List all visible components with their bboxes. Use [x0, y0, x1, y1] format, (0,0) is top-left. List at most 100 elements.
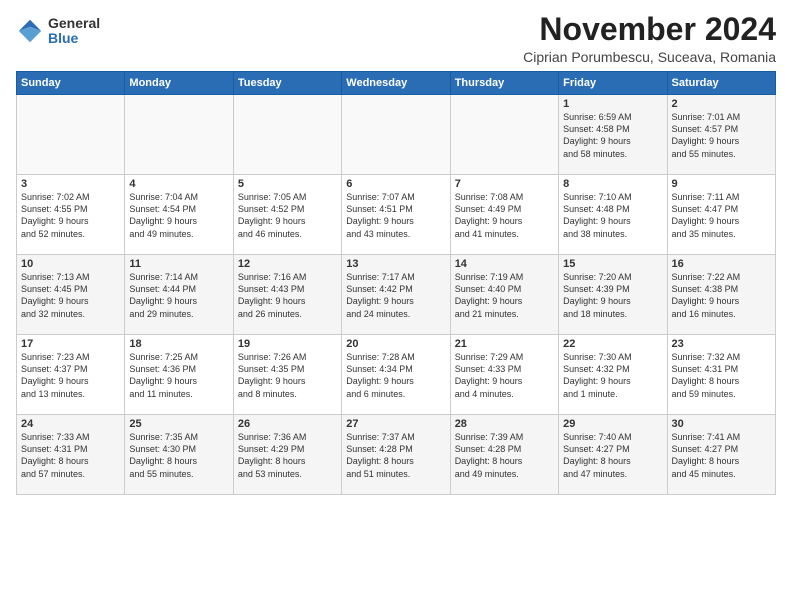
calendar-cell: 23Sunrise: 7:32 AM Sunset: 4:31 PM Dayli… [667, 335, 775, 415]
day-number: 27 [346, 418, 445, 430]
day-info: Sunrise: 7:04 AM Sunset: 4:54 PM Dayligh… [129, 191, 228, 240]
day-number: 16 [672, 258, 771, 270]
day-info: Sunrise: 7:13 AM Sunset: 4:45 PM Dayligh… [21, 271, 120, 320]
day-number: 24 [21, 418, 120, 430]
day-number: 19 [238, 338, 337, 350]
calendar-cell: 3Sunrise: 7:02 AM Sunset: 4:55 PM Daylig… [17, 175, 125, 255]
calendar-cell: 20Sunrise: 7:28 AM Sunset: 4:34 PM Dayli… [342, 335, 450, 415]
day-info: Sunrise: 7:11 AM Sunset: 4:47 PM Dayligh… [672, 191, 771, 240]
logo-icon [16, 17, 44, 45]
calendar-cell: 25Sunrise: 7:35 AM Sunset: 4:30 PM Dayli… [125, 415, 233, 495]
calendar-cell: 7Sunrise: 7:08 AM Sunset: 4:49 PM Daylig… [450, 175, 558, 255]
week-row-4: 17Sunrise: 7:23 AM Sunset: 4:37 PM Dayli… [17, 335, 776, 415]
day-info: Sunrise: 7:35 AM Sunset: 4:30 PM Dayligh… [129, 431, 228, 480]
page: General Blue November 2024 Ciprian Porum… [0, 0, 792, 612]
day-info: Sunrise: 7:32 AM Sunset: 4:31 PM Dayligh… [672, 351, 771, 400]
month-title: November 2024 [523, 12, 776, 47]
day-number: 11 [129, 258, 228, 270]
day-number: 17 [21, 338, 120, 350]
day-info: Sunrise: 7:28 AM Sunset: 4:34 PM Dayligh… [346, 351, 445, 400]
day-info: Sunrise: 7:41 AM Sunset: 4:27 PM Dayligh… [672, 431, 771, 480]
day-info: Sunrise: 7:29 AM Sunset: 4:33 PM Dayligh… [455, 351, 554, 400]
day-number: 6 [346, 178, 445, 190]
calendar-cell: 6Sunrise: 7:07 AM Sunset: 4:51 PM Daylig… [342, 175, 450, 255]
day-info: Sunrise: 7:01 AM Sunset: 4:57 PM Dayligh… [672, 111, 771, 160]
day-number: 22 [563, 338, 662, 350]
calendar-cell [17, 95, 125, 175]
calendar-cell [342, 95, 450, 175]
day-info: Sunrise: 7:16 AM Sunset: 4:43 PM Dayligh… [238, 271, 337, 320]
day-number: 7 [455, 178, 554, 190]
day-info: Sunrise: 7:23 AM Sunset: 4:37 PM Dayligh… [21, 351, 120, 400]
day-info: Sunrise: 7:14 AM Sunset: 4:44 PM Dayligh… [129, 271, 228, 320]
calendar-cell: 29Sunrise: 7:40 AM Sunset: 4:27 PM Dayli… [559, 415, 667, 495]
day-number: 9 [672, 178, 771, 190]
calendar-cell: 2Sunrise: 7:01 AM Sunset: 4:57 PM Daylig… [667, 95, 775, 175]
calendar-cell: 10Sunrise: 7:13 AM Sunset: 4:45 PM Dayli… [17, 255, 125, 335]
header-wednesday: Wednesday [342, 72, 450, 95]
calendar-cell: 4Sunrise: 7:04 AM Sunset: 4:54 PM Daylig… [125, 175, 233, 255]
day-number: 20 [346, 338, 445, 350]
day-info: Sunrise: 7:36 AM Sunset: 4:29 PM Dayligh… [238, 431, 337, 480]
header-tuesday: Tuesday [233, 72, 341, 95]
day-info: Sunrise: 6:59 AM Sunset: 4:58 PM Dayligh… [563, 111, 662, 160]
calendar-cell: 26Sunrise: 7:36 AM Sunset: 4:29 PM Dayli… [233, 415, 341, 495]
calendar-cell [125, 95, 233, 175]
header-friday: Friday [559, 72, 667, 95]
calendar-cell: 9Sunrise: 7:11 AM Sunset: 4:47 PM Daylig… [667, 175, 775, 255]
calendar-cell [233, 95, 341, 175]
calendar-body: 1Sunrise: 6:59 AM Sunset: 4:58 PM Daylig… [17, 95, 776, 495]
day-number: 18 [129, 338, 228, 350]
week-row-2: 3Sunrise: 7:02 AM Sunset: 4:55 PM Daylig… [17, 175, 776, 255]
logo-text: General Blue [48, 16, 100, 47]
header-thursday: Thursday [450, 72, 558, 95]
day-number: 1 [563, 98, 662, 110]
day-info: Sunrise: 7:20 AM Sunset: 4:39 PM Dayligh… [563, 271, 662, 320]
day-number: 26 [238, 418, 337, 430]
day-info: Sunrise: 7:17 AM Sunset: 4:42 PM Dayligh… [346, 271, 445, 320]
calendar-cell: 11Sunrise: 7:14 AM Sunset: 4:44 PM Dayli… [125, 255, 233, 335]
header-sunday: Sunday [17, 72, 125, 95]
day-number: 23 [672, 338, 771, 350]
day-info: Sunrise: 7:10 AM Sunset: 4:48 PM Dayligh… [563, 191, 662, 240]
day-number: 3 [21, 178, 120, 190]
calendar-table: Sunday Monday Tuesday Wednesday Thursday… [16, 71, 776, 495]
calendar-cell: 12Sunrise: 7:16 AM Sunset: 4:43 PM Dayli… [233, 255, 341, 335]
day-number: 5 [238, 178, 337, 190]
day-info: Sunrise: 7:37 AM Sunset: 4:28 PM Dayligh… [346, 431, 445, 480]
calendar-cell: 18Sunrise: 7:25 AM Sunset: 4:36 PM Dayli… [125, 335, 233, 415]
day-info: Sunrise: 7:33 AM Sunset: 4:31 PM Dayligh… [21, 431, 120, 480]
week-row-1: 1Sunrise: 6:59 AM Sunset: 4:58 PM Daylig… [17, 95, 776, 175]
day-number: 21 [455, 338, 554, 350]
calendar-cell: 16Sunrise: 7:22 AM Sunset: 4:38 PM Dayli… [667, 255, 775, 335]
logo-general: General [48, 16, 100, 31]
day-info: Sunrise: 7:30 AM Sunset: 4:32 PM Dayligh… [563, 351, 662, 400]
calendar-cell: 21Sunrise: 7:29 AM Sunset: 4:33 PM Dayli… [450, 335, 558, 415]
calendar-cell: 24Sunrise: 7:33 AM Sunset: 4:31 PM Dayli… [17, 415, 125, 495]
day-number: 29 [563, 418, 662, 430]
calendar-cell: 1Sunrise: 6:59 AM Sunset: 4:58 PM Daylig… [559, 95, 667, 175]
header: General Blue November 2024 Ciprian Porum… [16, 12, 776, 65]
calendar-cell: 15Sunrise: 7:20 AM Sunset: 4:39 PM Dayli… [559, 255, 667, 335]
day-info: Sunrise: 7:07 AM Sunset: 4:51 PM Dayligh… [346, 191, 445, 240]
day-info: Sunrise: 7:08 AM Sunset: 4:49 PM Dayligh… [455, 191, 554, 240]
calendar-cell: 13Sunrise: 7:17 AM Sunset: 4:42 PM Dayli… [342, 255, 450, 335]
header-row: Sunday Monday Tuesday Wednesday Thursday… [17, 72, 776, 95]
week-row-5: 24Sunrise: 7:33 AM Sunset: 4:31 PM Dayli… [17, 415, 776, 495]
calendar-cell: 8Sunrise: 7:10 AM Sunset: 4:48 PM Daylig… [559, 175, 667, 255]
day-number: 14 [455, 258, 554, 270]
calendar-cell: 19Sunrise: 7:26 AM Sunset: 4:35 PM Dayli… [233, 335, 341, 415]
day-info: Sunrise: 7:26 AM Sunset: 4:35 PM Dayligh… [238, 351, 337, 400]
day-info: Sunrise: 7:40 AM Sunset: 4:27 PM Dayligh… [563, 431, 662, 480]
day-number: 8 [563, 178, 662, 190]
day-info: Sunrise: 7:05 AM Sunset: 4:52 PM Dayligh… [238, 191, 337, 240]
day-number: 4 [129, 178, 228, 190]
day-number: 28 [455, 418, 554, 430]
day-number: 2 [672, 98, 771, 110]
header-monday: Monday [125, 72, 233, 95]
calendar-cell: 5Sunrise: 7:05 AM Sunset: 4:52 PM Daylig… [233, 175, 341, 255]
day-info: Sunrise: 7:25 AM Sunset: 4:36 PM Dayligh… [129, 351, 228, 400]
day-number: 30 [672, 418, 771, 430]
day-info: Sunrise: 7:39 AM Sunset: 4:28 PM Dayligh… [455, 431, 554, 480]
day-number: 15 [563, 258, 662, 270]
